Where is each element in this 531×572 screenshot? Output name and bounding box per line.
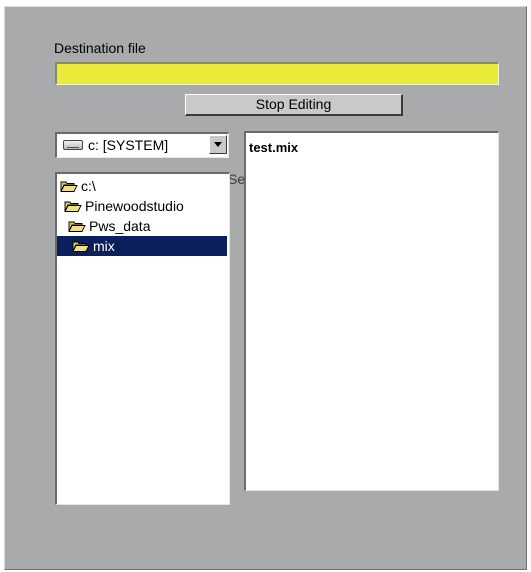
drive-select[interactable]: c: [SYSTEM]: [55, 132, 229, 158]
folder-open-icon: [64, 201, 82, 212]
stop-editing-button[interactable]: Stop Editing: [185, 94, 403, 116]
file-list[interactable]: test.mix: [244, 131, 499, 491]
directory-item-pinewoodstudio[interactable]: Pinewoodstudio: [64, 196, 184, 216]
destination-file-field[interactable]: [55, 62, 499, 85]
folder-open-icon: [72, 241, 90, 252]
folder-open-icon: [68, 221, 86, 232]
destination-file-label: Destination file: [54, 40, 146, 56]
drive-icon: [63, 140, 83, 150]
directory-item-mix[interactable]: mix: [57, 236, 227, 256]
folder-open-icon: [60, 181, 78, 192]
directory-item-c-root[interactable]: c:\: [60, 176, 96, 196]
directory-item-label: Pws_data: [89, 218, 151, 234]
partial-label: Se: [228, 171, 246, 187]
directory-list[interactable]: c:\ Pinewoodstudio Pws_data mix: [55, 172, 230, 505]
file-item-test-mix[interactable]: test.mix: [249, 140, 298, 155]
directory-item-label: Pinewoodstudio: [85, 198, 184, 214]
directory-item-pws-data[interactable]: Pws_data: [68, 216, 150, 236]
drive-select-value: c: [SYSTEM]: [88, 137, 169, 153]
dropdown-arrow-button[interactable]: [209, 135, 227, 154]
directory-item-label: c:\: [81, 178, 96, 194]
directory-item-label: mix: [93, 238, 115, 254]
